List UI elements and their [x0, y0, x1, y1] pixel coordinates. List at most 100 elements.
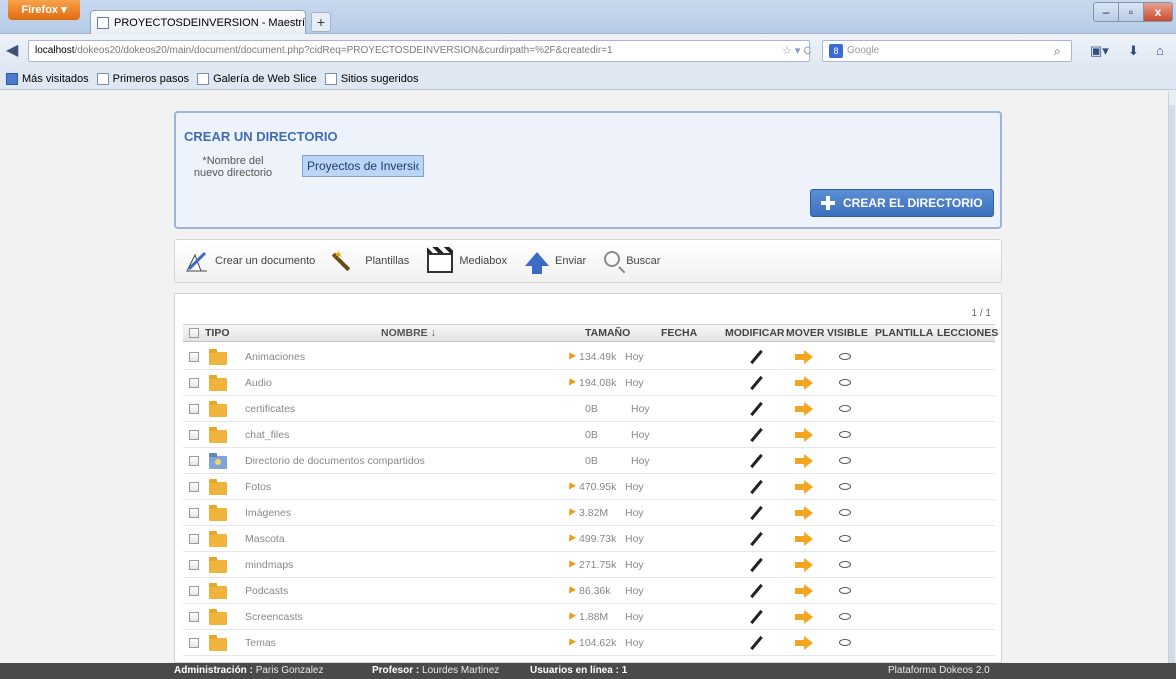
footer-platform[interactable]: Plataforma Dokeos 2.0	[888, 665, 990, 676]
visibility-eye-icon[interactable]	[839, 561, 851, 568]
move-arrow-icon[interactable]	[795, 636, 813, 650]
move-arrow-icon[interactable]	[795, 584, 813, 598]
folder-icon[interactable]	[209, 375, 227, 391]
visibility-eye-icon[interactable]	[839, 457, 851, 464]
footer-teacher-name[interactable]: Lourdes Martinez	[422, 665, 499, 676]
templates-button[interactable]: Plantillas	[333, 248, 409, 274]
shared-folder-icon[interactable]	[209, 453, 227, 469]
visibility-eye-icon[interactable]	[839, 431, 851, 438]
visibility-eye-icon[interactable]	[839, 483, 851, 490]
footer-admin-name[interactable]: Paris Gonzalez	[256, 665, 324, 676]
row-checkbox[interactable]	[189, 508, 199, 518]
folder-name-link[interactable]: Audio	[245, 377, 272, 389]
edit-pencil-icon[interactable]	[749, 636, 763, 650]
reload-icon[interactable]: ☆ ▾ C	[782, 44, 811, 57]
row-checkbox[interactable]	[189, 378, 199, 388]
move-arrow-icon[interactable]	[795, 610, 813, 624]
header-size[interactable]: TAMAÑO	[585, 327, 630, 339]
bookmark-suggested-sites[interactable]: Sitios sugeridos	[324, 72, 418, 85]
visibility-eye-icon[interactable]	[839, 379, 851, 386]
folder-icon[interactable]	[209, 505, 227, 521]
folder-name-link[interactable]: Directorio de documentos compartidos	[245, 455, 425, 467]
bookmark-first-steps[interactable]: Primeros pasos	[96, 72, 189, 85]
directory-name-input[interactable]	[302, 155, 424, 177]
folder-icon[interactable]	[209, 531, 227, 547]
move-arrow-icon[interactable]	[795, 376, 813, 390]
move-arrow-icon[interactable]	[795, 428, 813, 442]
header-name[interactable]: NOMBRE ↓	[381, 327, 436, 339]
edit-pencil-icon[interactable]	[749, 480, 763, 494]
move-arrow-icon[interactable]	[795, 402, 813, 416]
visibility-eye-icon[interactable]	[839, 535, 851, 542]
edit-pencil-icon[interactable]	[749, 506, 763, 520]
move-arrow-icon[interactable]	[795, 350, 813, 364]
edit-pencil-icon[interactable]	[749, 350, 763, 364]
visibility-eye-icon[interactable]	[839, 587, 851, 594]
row-checkbox[interactable]	[189, 612, 199, 622]
row-checkbox[interactable]	[189, 404, 199, 414]
move-arrow-icon[interactable]	[795, 480, 813, 494]
folder-icon[interactable]	[209, 479, 227, 495]
edit-pencil-icon[interactable]	[749, 428, 763, 442]
select-all-checkbox[interactable]	[189, 328, 199, 338]
folder-name-link[interactable]: Mascota	[245, 533, 285, 545]
row-checkbox[interactable]	[189, 638, 199, 648]
folder-icon[interactable]	[209, 401, 227, 417]
folder-name-link[interactable]: Animaciones	[245, 351, 305, 363]
visibility-eye-icon[interactable]	[839, 613, 851, 620]
mediabox-button[interactable]: Mediabox	[427, 247, 507, 273]
edit-pencil-icon[interactable]	[749, 402, 763, 416]
folder-name-link[interactable]: Fotos	[245, 481, 271, 493]
upload-button[interactable]: Enviar	[525, 252, 586, 274]
back-arrow-icon[interactable]: ◀	[6, 42, 24, 60]
edit-pencil-icon[interactable]	[749, 454, 763, 468]
url-bar[interactable]: localhost/dokeos20/dokeos20/main/documen…	[28, 40, 810, 62]
folder-icon[interactable]	[209, 557, 227, 573]
folder-name-link[interactable]: Imágenes	[245, 507, 291, 519]
row-checkbox[interactable]	[189, 352, 199, 362]
move-arrow-icon[interactable]	[795, 454, 813, 468]
row-checkbox[interactable]	[189, 586, 199, 596]
folder-icon[interactable]	[209, 349, 227, 365]
new-tab-button[interactable]: +	[311, 12, 331, 32]
row-checkbox[interactable]	[189, 482, 199, 492]
visibility-eye-icon[interactable]	[839, 353, 851, 360]
move-arrow-icon[interactable]	[795, 558, 813, 572]
folder-name-link[interactable]: mindmaps	[245, 559, 293, 571]
window-minimize-button[interactable]: –	[1093, 2, 1119, 22]
folder-name-link[interactable]: Temas	[245, 637, 276, 649]
window-maximize-button[interactable]: ▫	[1118, 2, 1144, 22]
download-icon[interactable]: ⬇	[1128, 43, 1139, 59]
row-checkbox[interactable]	[189, 534, 199, 544]
edit-pencil-icon[interactable]	[749, 558, 763, 572]
bookmark-web-slice-gallery[interactable]: Galería de Web Slice	[197, 72, 317, 85]
folder-name-link[interactable]: Podcasts	[245, 585, 288, 597]
folder-icon[interactable]	[209, 635, 227, 651]
window-close-button[interactable]: x	[1143, 2, 1173, 22]
row-checkbox[interactable]	[189, 560, 199, 570]
visibility-eye-icon[interactable]	[839, 405, 851, 412]
search-icon[interactable]: ⌕	[1054, 44, 1061, 59]
header-date[interactable]: FECHA	[661, 327, 697, 339]
search-bar[interactable]: 8 Google	[822, 40, 1072, 62]
row-checkbox[interactable]	[189, 430, 199, 440]
display-icon[interactable]: ▣▾	[1090, 43, 1109, 59]
browser-tab[interactable]: PROYECTOSDEINVERSION - Maestría en ...	[90, 10, 306, 34]
move-arrow-icon[interactable]	[795, 532, 813, 546]
bookmark-most-visited[interactable]: Más visitados	[6, 72, 89, 85]
folder-icon[interactable]	[209, 609, 227, 625]
row-checkbox[interactable]	[189, 456, 199, 466]
folder-name-link[interactable]: Screencasts	[245, 611, 303, 623]
create-directory-button[interactable]: CREAR EL DIRECTORIO	[810, 189, 994, 217]
folder-name-link[interactable]: chat_files	[245, 429, 289, 441]
folder-icon[interactable]	[209, 583, 227, 599]
visibility-eye-icon[interactable]	[839, 639, 851, 646]
edit-pencil-icon[interactable]	[749, 610, 763, 624]
create-document-button[interactable]: Crear un documento	[185, 249, 315, 273]
home-icon[interactable]: ⌂	[1156, 43, 1164, 58]
firefox-menu-button[interactable]: Firefox ▾	[8, 0, 80, 20]
page-scrollbar-thumb[interactable]	[1169, 105, 1175, 665]
footer-online[interactable]: Usuarios en línea : 1	[530, 665, 627, 676]
edit-pencil-icon[interactable]	[749, 532, 763, 546]
folder-name-link[interactable]: certificates	[245, 403, 295, 415]
